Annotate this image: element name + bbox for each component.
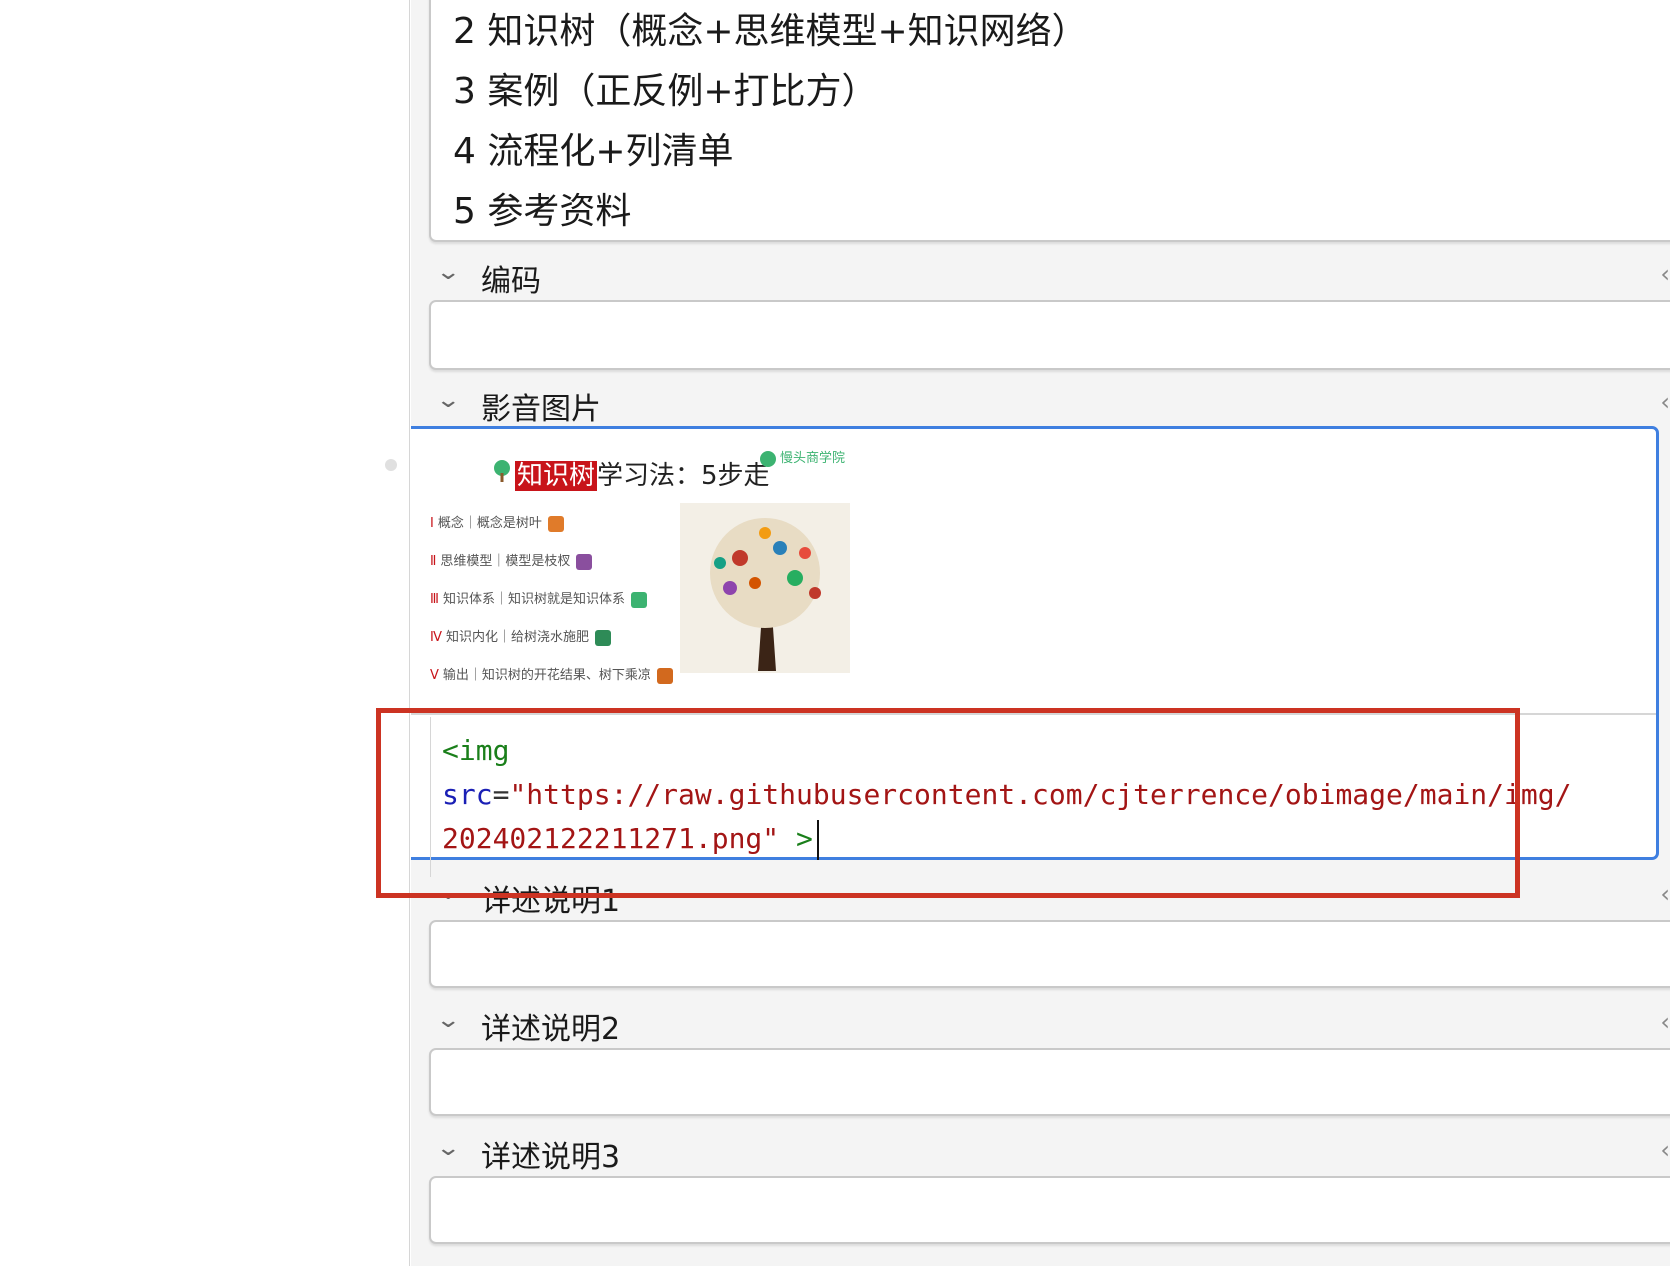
- code-line: 202402122211271.png" >: [442, 817, 1571, 861]
- knowledge-tree-illustration: [680, 503, 850, 673]
- leaf-icon: [547, 515, 564, 532]
- chevron-down-icon[interactable]: ⌄: [435, 260, 461, 285]
- pin-icon[interactable]: ‹: [1660, 1136, 1670, 1164]
- field-media-editor[interactable]: 知识树学习法：5步走 慢头商学院 Ⅰ 概念｜概念是树叶 Ⅱ 思维模型｜模型是枝杈 Ⅲ…: [411, 426, 1659, 877]
- chevron-down-icon[interactable]: ⌄: [435, 1136, 461, 1161]
- field-detail3-input[interactable]: [429, 1176, 1670, 1244]
- embed-title-highlight: 知识树: [515, 461, 598, 491]
- field-detail1-input[interactable]: [429, 920, 1670, 988]
- embed-steps: Ⅰ 概念｜概念是树叶 Ⅱ 思维模型｜模型是枝杈 Ⅲ 知识体系｜知识树就是知识体系 Ⅳ知…: [430, 505, 673, 695]
- drag-handle-icon[interactable]: [385, 459, 397, 471]
- embed-code-divider: [411, 713, 1656, 715]
- field-label-detail1: 详述说明1: [481, 884, 621, 919]
- content-lines: 2 知识树（概念+思维模型+知识网络） 3 案例（正反例+打比方） 4 流程化+…: [453, 2, 1088, 242]
- code-line: src="https://raw.githubusercontent.com/c…: [442, 778, 1572, 811]
- pin-icon[interactable]: ‹: [1660, 388, 1670, 416]
- text-caret: [816, 820, 819, 860]
- field-encoding-input[interactable]: [429, 300, 1670, 370]
- content-line: 4 流程化+列清单: [453, 131, 734, 172]
- people-icon: [656, 667, 673, 684]
- pin-icon[interactable]: ‹: [1660, 880, 1670, 908]
- pin-icon[interactable]: ‹: [1660, 260, 1670, 288]
- content-line: 5 参考资料: [453, 191, 632, 232]
- branch-icon: [576, 553, 593, 570]
- embed-title: 知识树学习法：5步走: [515, 455, 770, 492]
- embed-step: Ⅱ 思维模型｜模型是枝杈: [430, 543, 673, 581]
- code-line: <img: [442, 734, 510, 767]
- chevron-down-icon[interactable]: ⌄: [435, 880, 461, 905]
- code-gutter: [430, 717, 431, 877]
- embed-step: Ⅰ 概念｜概念是树叶: [430, 505, 673, 543]
- field-header-encoding[interactable]: ⌄ 编码 ‹: [411, 246, 1670, 306]
- field-header-detail3[interactable]: ⌄ 详述说明3 ‹: [411, 1122, 1670, 1182]
- tree-icon: [630, 591, 647, 608]
- field-header-detail1[interactable]: ⌄ 详述说明1 ‹: [411, 866, 1670, 926]
- chevron-down-icon[interactable]: ⌄: [435, 388, 461, 413]
- field-label-media: 影音图片: [481, 392, 601, 427]
- field-label-detail3: 详述说明3: [481, 1140, 621, 1175]
- field-label-detail2: 详述说明2: [481, 1012, 621, 1047]
- field-header-media[interactable]: ⌄ 影音图片 ‹: [411, 374, 1670, 434]
- field-header-detail2[interactable]: ⌄ 详述说明2 ‹: [411, 994, 1670, 1054]
- brand-watermark: 慢头商学院: [760, 447, 845, 467]
- embed-step: Ⅴ 输出｜知识树的开花结果、树下乘凉: [430, 657, 673, 695]
- left-pane: [0, 0, 410, 1266]
- embed-title-rest: 学习法：5步走: [597, 461, 770, 491]
- tree-icon: [494, 460, 510, 482]
- field-label-encoding: 编码: [481, 264, 541, 299]
- pin-icon[interactable]: ‹: [1660, 1008, 1670, 1036]
- chevron-down-icon[interactable]: ⌄: [435, 1008, 461, 1033]
- content-line: 3 案例（正反例+打比方）: [453, 71, 878, 112]
- brand-logo-icon: [760, 450, 776, 467]
- embed-step: Ⅳ 知识内化｜给树浇水施肥: [430, 619, 673, 657]
- field-detail2-input[interactable]: [429, 1048, 1670, 1116]
- embed-step: Ⅲ 知识体系｜知识树就是知识体系: [430, 581, 673, 619]
- html-source-code[interactable]: <img src="https://raw.githubusercontent.…: [442, 729, 1571, 861]
- content-line: 2 知识树（概念+思维模型+知识网络）: [453, 11, 1088, 52]
- hand-icon: [595, 629, 612, 646]
- note-editor: 2 知识树（概念+思维模型+知识网络） 3 案例（正反例+打比方） 4 流程化+…: [411, 0, 1670, 1266]
- field-content-box[interactable]: 2 知识树（概念+思维模型+知识网络） 3 案例（正反例+打比方） 4 流程化+…: [429, 0, 1670, 242]
- embedded-image: 知识树学习法：5步走 慢头商学院 Ⅰ 概念｜概念是树叶 Ⅱ 思维模型｜模型是枝杈 Ⅲ…: [420, 441, 860, 701]
